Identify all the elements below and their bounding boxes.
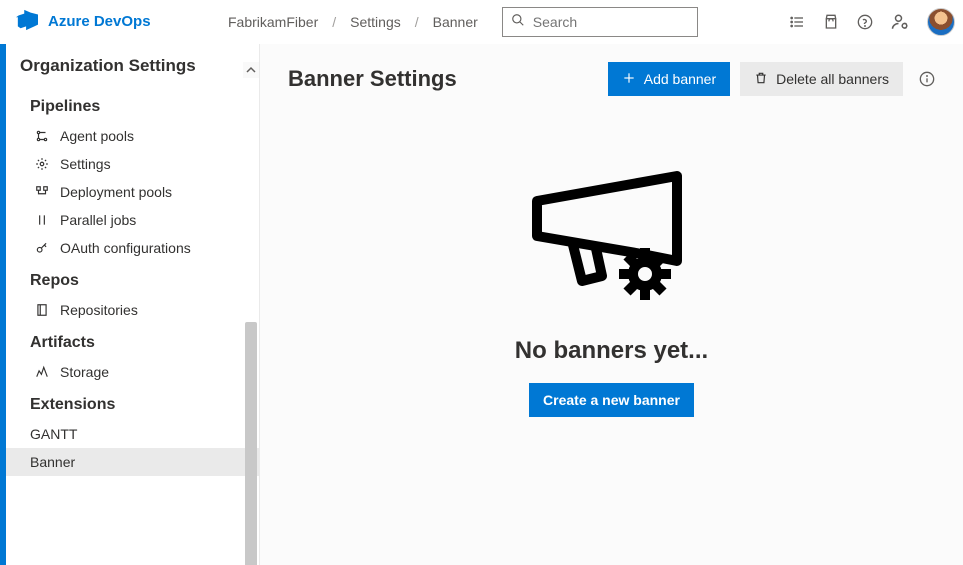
breadcrumb-settings[interactable]: Settings <box>350 14 401 30</box>
marketplace-icon[interactable] <box>823 14 839 30</box>
sidebar-item-label: Storage <box>60 364 109 380</box>
sidebar-group-repos: Repos <box>6 262 259 296</box>
sidebar-group-extensions: Extensions <box>6 386 259 420</box>
sidebar-item-label: Repositories <box>60 302 138 318</box>
create-new-banner-label: Create a new banner <box>543 392 680 408</box>
sidebar: Organization Settings Pipelines Agent po… <box>6 44 260 565</box>
sidebar-item-agent-pools[interactable]: Agent pools <box>6 122 259 150</box>
user-settings-icon[interactable] <box>891 13 909 31</box>
sidebar-item-label: Settings <box>60 156 111 172</box>
deployment-pools-icon <box>34 185 50 199</box>
search-box[interactable] <box>502 7 698 37</box>
sidebar-item-label: Parallel jobs <box>60 212 136 228</box>
breadcrumb-banner[interactable]: Banner <box>433 14 478 30</box>
sidebar-item-label: Agent pools <box>60 128 134 144</box>
info-icon[interactable] <box>919 71 935 87</box>
scroll-up-icon[interactable] <box>243 62 259 78</box>
storage-icon <box>34 365 50 379</box>
repo-icon <box>34 303 50 317</box>
sidebar-item-label: OAuth configurations <box>60 240 191 256</box>
trash-icon <box>754 71 768 88</box>
help-icon[interactable] <box>857 14 873 30</box>
breadcrumb-project[interactable]: FabrikamFiber <box>228 14 318 30</box>
azure-devops-logo-icon <box>16 9 38 35</box>
sidebar-group-artifacts: Artifacts <box>6 324 259 358</box>
main-content: Banner Settings Add banner Delete all ba… <box>260 44 963 565</box>
sidebar-item-storage[interactable]: Storage <box>6 358 259 386</box>
sidebar-item-repositories[interactable]: Repositories <box>6 296 259 324</box>
list-icon[interactable] <box>789 14 805 30</box>
sidebar-title: Organization Settings <box>6 44 259 88</box>
plus-icon <box>622 71 636 88</box>
breadcrumb-separator: / <box>332 14 336 30</box>
sidebar-item-deployment-pools[interactable]: Deployment pools <box>6 178 259 206</box>
megaphone-gear-icon <box>527 166 697 319</box>
add-banner-label: Add banner <box>644 71 716 87</box>
delete-all-label: Delete all banners <box>776 71 889 87</box>
breadcrumb: FabrikamFiber / Settings / Banner <box>228 14 478 30</box>
sidebar-group-pipelines: Pipelines <box>6 88 259 122</box>
sidebar-item-label: Deployment pools <box>60 184 172 200</box>
delete-all-banners-button[interactable]: Delete all banners <box>740 62 903 96</box>
agent-pools-icon <box>34 129 50 143</box>
parallel-jobs-icon <box>34 213 50 227</box>
empty-state: No banners yet... Create a new banner <box>288 166 935 417</box>
brand-home[interactable]: Azure DevOps <box>16 9 216 35</box>
search-input[interactable] <box>533 14 689 30</box>
sidebar-item-oauth[interactable]: OAuth configurations <box>6 234 259 262</box>
page-title: Banner Settings <box>288 66 457 92</box>
oauth-icon <box>34 241 50 255</box>
scroll-thumb[interactable] <box>245 322 257 565</box>
gear-icon <box>34 157 50 171</box>
breadcrumb-separator: / <box>415 14 419 30</box>
sidebar-item-gantt[interactable]: GANTT <box>6 420 259 448</box>
empty-state-title: No banners yet... <box>515 337 708 365</box>
sidebar-item-label: GANTT <box>30 426 77 442</box>
sidebar-item-parallel-jobs[interactable]: Parallel jobs <box>6 206 259 234</box>
sidebar-item-label: Banner <box>30 454 75 470</box>
avatar[interactable] <box>927 8 955 36</box>
sidebar-item-banner[interactable]: Banner <box>6 448 259 476</box>
create-new-banner-button[interactable]: Create a new banner <box>529 383 694 417</box>
sidebar-item-settings[interactable]: Settings <box>6 150 259 178</box>
add-banner-button[interactable]: Add banner <box>608 62 730 96</box>
sidebar-scrollbar[interactable] <box>243 62 259 565</box>
brand-name: Azure DevOps <box>48 13 151 30</box>
search-icon <box>511 13 525 30</box>
